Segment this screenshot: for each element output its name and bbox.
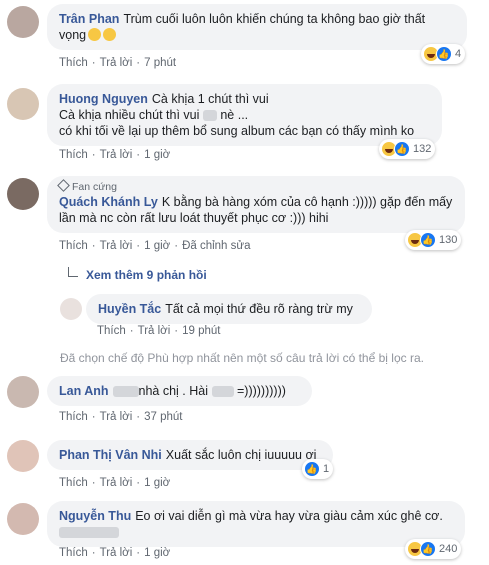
like-reaction-icon: 👍 — [420, 232, 436, 248]
reaction-summary[interactable]: 👍 1 — [302, 459, 334, 479]
timestamp[interactable]: 1 giờ — [144, 240, 170, 252]
like-link[interactable]: Thích — [59, 477, 88, 489]
timestamp[interactable]: 1 giờ — [144, 149, 170, 161]
reply-link[interactable]: Trả lời — [138, 325, 171, 337]
comment-text: nè ... — [220, 108, 249, 122]
comment-actions: Thích · Trả lời · 1 giờ · Đã chỉnh sửa — [59, 240, 251, 252]
comment-actions: Thích · Trả lời · 1 giờ — [59, 149, 171, 161]
comment-text: Xuất sắc luôn chị iuuuuu ơi — [165, 448, 317, 462]
comment: Phan Thị Vân Nhi Xuất sắc luôn chị iuuuuu… — [0, 436, 489, 492]
comment-actions: Thích · Trả lời · 1 giờ — [59, 547, 171, 559]
comment-actions: Thích · Trả lời · 7 phút — [59, 57, 177, 69]
avatar[interactable] — [7, 178, 39, 210]
reply-link[interactable]: Trả lời — [100, 411, 133, 423]
comment-bubble: Huyền Tắc Tất cả mọi thứ đều rõ ràng trừ … — [86, 294, 372, 324]
like-link[interactable]: Thích — [59, 411, 88, 423]
view-more-replies-link[interactable]: Xem thêm 9 phản hồi — [68, 267, 207, 282]
like-link[interactable]: Thích — [59, 240, 88, 252]
comment-actions: Thích · Trả lời · 1 giờ — [59, 477, 171, 489]
comment: Huong Nguyen Cà khịa 1 chút thì vui Cà kh… — [0, 80, 489, 170]
timestamp[interactable]: 1 giờ — [144, 547, 170, 559]
comment-text: nhà chị . Hài — [138, 384, 209, 398]
timestamp[interactable]: 1 giờ — [144, 477, 170, 489]
reply-link[interactable]: Trả lời — [100, 57, 133, 69]
reply-link[interactable]: Trả lời — [100, 547, 133, 559]
comment-author[interactable]: Quách Khánh Ly — [59, 195, 158, 209]
comment-author[interactable]: Phan Thị Vân Nhi — [59, 448, 162, 462]
comment-author[interactable]: Huyền Tắc — [98, 302, 161, 316]
like-reaction-icon: 👍 — [420, 541, 436, 557]
comment-bubble: Phan Thị Vân Nhi Xuất sắc luôn chị iuuuuu… — [47, 440, 333, 470]
fan-badge: Fan cứng — [57, 179, 453, 194]
comment-text: có khi tối về lại up thêm bổ sung album … — [59, 124, 415, 138]
reaction-summary[interactable]: 👍 130 — [405, 230, 462, 250]
avatar[interactable] — [7, 376, 39, 408]
reaction-count: 1 — [323, 463, 330, 475]
comment: Nguyễn Thu Eo ơi vai diễn gì mà vừa hay v… — [0, 497, 489, 565]
comment-text: Cà khịa nhiều chút thì vui — [59, 108, 200, 122]
comment-text: Cà khịa 1 chút thì vui — [151, 92, 269, 106]
comment-bubble: Fan cứng Quách Khánh Ly K bằng bà hàng xó… — [47, 176, 465, 233]
comment-actions: Thích · Trả lời · 19 phút — [97, 325, 221, 337]
reaction-summary[interactable]: 👍 4 — [421, 44, 466, 64]
comment: Lan Anh nhà chị . Hài =)))))))))) Thích · T… — [0, 372, 489, 432]
like-reaction-icon: 👍 — [304, 461, 320, 477]
reaction-count: 130 — [439, 234, 458, 246]
reply-arrow-icon — [68, 267, 78, 277]
haha-emoji-icon — [103, 28, 117, 41]
comment-text: Eo ơi vai diễn gì mà vừa hay vừa giàu cả… — [135, 509, 443, 523]
like-reaction-icon: 👍 — [394, 141, 410, 157]
filter-notice: Đã chọn chế độ Phù hợp nhất nên một số c… — [60, 351, 424, 365]
like-link[interactable]: Thích — [97, 325, 126, 337]
timestamp[interactable]: 7 phút — [144, 57, 176, 69]
haha-emoji-icon — [88, 28, 102, 41]
reply: Huyền Tắc Tất cả mọi thứ đều rõ ràng trừ … — [0, 290, 489, 340]
avatar[interactable] — [7, 88, 39, 120]
avatar[interactable] — [60, 298, 82, 320]
like-link[interactable]: Thích — [59, 149, 88, 161]
blurred-text — [211, 386, 234, 398]
reaction-summary[interactable]: 👍 132 — [379, 139, 436, 159]
comment-author[interactable]: Trân Phan — [59, 12, 119, 26]
timestamp[interactable]: 37 phút — [144, 411, 182, 423]
reaction-summary[interactable]: 👍 240 — [405, 539, 462, 559]
timestamp[interactable]: 19 phút — [182, 325, 220, 337]
comment-actions: Thích · Trả lời · 37 phút — [59, 411, 183, 423]
reaction-count: 132 — [413, 143, 432, 155]
comment-bubble: Trân Phan Trùm cuối luôn luôn khiến chúng… — [47, 4, 467, 50]
diamond-icon — [57, 179, 70, 192]
comment-text: Tất cả mọi thứ đều rõ ràng trừ my — [165, 302, 353, 316]
comment: Fan cứng Quách Khánh Ly K bằng bà hàng xó… — [0, 172, 489, 262]
reply-link[interactable]: Trả lời — [100, 477, 133, 489]
blurred-text — [202, 110, 217, 122]
comment-text: =)))))))))) — [236, 384, 286, 398]
comment-bubble: Huong Nguyen Cà khịa 1 chút thì vui Cà kh… — [47, 84, 442, 146]
reply-link[interactable]: Trả lời — [100, 240, 133, 252]
like-reaction-icon: 👍 — [436, 46, 452, 62]
comment-bubble: Lan Anh nhà chị . Hài =)))))))))) — [47, 376, 312, 406]
edited-label[interactable]: Đã chỉnh sửa — [182, 240, 250, 252]
reaction-count: 240 — [439, 543, 458, 555]
like-link[interactable]: Thích — [59, 57, 88, 69]
avatar[interactable] — [7, 440, 39, 472]
comment-bubble: Nguyễn Thu Eo ơi vai diễn gì mà vừa hay v… — [47, 501, 465, 547]
reply-link[interactable]: Trả lời — [100, 149, 133, 161]
comment-author[interactable]: Huong Nguyen — [59, 92, 148, 106]
blurred-text — [112, 386, 139, 398]
comment-author[interactable]: Lan Anh — [59, 384, 109, 398]
comment: Trân Phan Trùm cuối luôn luôn khiến chúng… — [0, 0, 489, 75]
like-link[interactable]: Thích — [59, 547, 88, 559]
blurred-text — [59, 527, 119, 539]
avatar[interactable] — [7, 6, 39, 38]
comment-author[interactable]: Nguyễn Thu — [59, 509, 131, 523]
reaction-count: 4 — [455, 48, 462, 60]
avatar[interactable] — [7, 503, 39, 535]
